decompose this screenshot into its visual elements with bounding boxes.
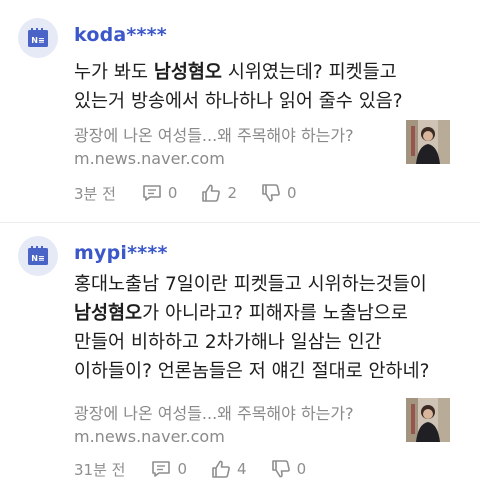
like-button[interactable]: 2 [201,184,237,202]
reply-icon [152,461,171,477]
comment-text: 누가 봐도 [74,62,154,83]
comment-body-line: 있는거 방송에서 하나하나 읽어 줄수 있음? [74,87,464,116]
comment-time: 3분 전 [74,184,116,203]
comment-body-line: 홍대노출남 7일이란 피켓들고 시위하는것들이 [74,270,464,299]
dislike-button[interactable]: 0 [261,184,297,202]
comment-username[interactable]: koda**** [74,24,167,46]
comment-text: 가 아니라고? 피해자를 노출남으로 [142,303,408,324]
comment-body-line: 만들어 비하하고 2차가해나 일삼는 인간 [74,328,464,357]
comment-body: 누가 봐도 남성혐오 시위였는데? 피켓들고있는거 방송에서 하나하나 읽어 줄… [74,58,464,116]
like-count: 4 [237,460,247,478]
link-domain[interactable]: m.news.naver.com [74,427,225,446]
link-domain[interactable]: m.news.naver.com [74,149,225,168]
news-avatar-icon[interactable]: N≡ [18,236,58,276]
comment-meta: 31분 전 0 4 0 [74,457,330,481]
comment-body: 홍대노출남 7일이란 피켓들고 시위하는것들이남성혐오가 아니라고? 피해자를 … [74,270,464,386]
comment-text: 이하들이? 언론놈들은 저 얘긴 절대로 안하네? [74,361,430,382]
highlighted-keyword: 남성혐오 [153,62,222,83]
comment-body-line: 누가 봐도 남성혐오 시위였는데? 피켓들고 [74,58,464,87]
link-title[interactable]: 광장에 나온 여성들...왜 주목해야 하는가? [74,400,354,424]
link-preview[interactable]: 광장에 나온 여성들...왜 주목해야 하는가? m.news.naver.co… [74,120,452,170]
comment-meta: 3분 전 0 2 0 [74,181,321,205]
thumbs-down-icon [271,460,290,478]
link-preview[interactable]: 광장에 나온 여성들...왜 주목해야 하는가? m.news.naver.co… [74,398,452,448]
comment-text: 시위였는데? 피켓들고 [221,62,397,83]
comment-body-line: 남성혐오가 아니라고? 피해자를 노출남으로 [74,299,464,328]
comment-item: N≡ mypi**** 홍대노출남 7일이란 피켓들고 시위하는것들이남성혐오가… [0,222,480,496]
dislike-count: 0 [296,460,307,478]
like-button[interactable]: 4 [211,460,247,478]
thumbs-up-icon [212,460,230,478]
comment-username[interactable]: mypi**** [74,242,168,264]
comment-text: 있는거 방송에서 하나하나 읽어 줄수 있음? [74,91,403,112]
thumbs-down-icon [262,184,280,202]
dislike-button[interactable]: 0 [271,460,307,478]
reply-button[interactable]: 0 [151,460,187,478]
comment-text: 홍대노출남 7일이란 피켓들고 시위하는것들이 [74,274,427,295]
link-title[interactable]: 광장에 나온 여성들...왜 주목해야 하는가? [74,122,354,146]
reply-count: 0 [177,460,188,478]
highlighted-keyword: 남성혐오 [74,303,143,324]
news-avatar-icon[interactable]: N≡ [18,18,58,58]
svg-text:N≡: N≡ [31,36,44,45]
dislike-count: 0 [287,184,297,202]
link-thumbnail[interactable] [406,398,450,442]
comment-item: N≡ koda**** 누가 봐도 남성혐오 시위였는데? 피켓들고있는거 방송… [0,0,480,222]
reply-button[interactable]: 0 [142,184,178,202]
svg-text:N≡: N≡ [31,254,44,263]
comment-text: 만들어 비하하고 2차가해나 일삼는 인간 [74,332,382,353]
like-count: 2 [227,184,238,202]
comment-body-line: 이하들이? 언론놈들은 저 얘긴 절대로 안하네? [74,357,464,386]
thumbs-up-icon [202,184,221,202]
link-thumbnail[interactable] [406,120,450,164]
reply-count: 0 [167,184,178,202]
reply-icon [143,185,161,201]
comment-time: 31분 전 [74,460,126,479]
